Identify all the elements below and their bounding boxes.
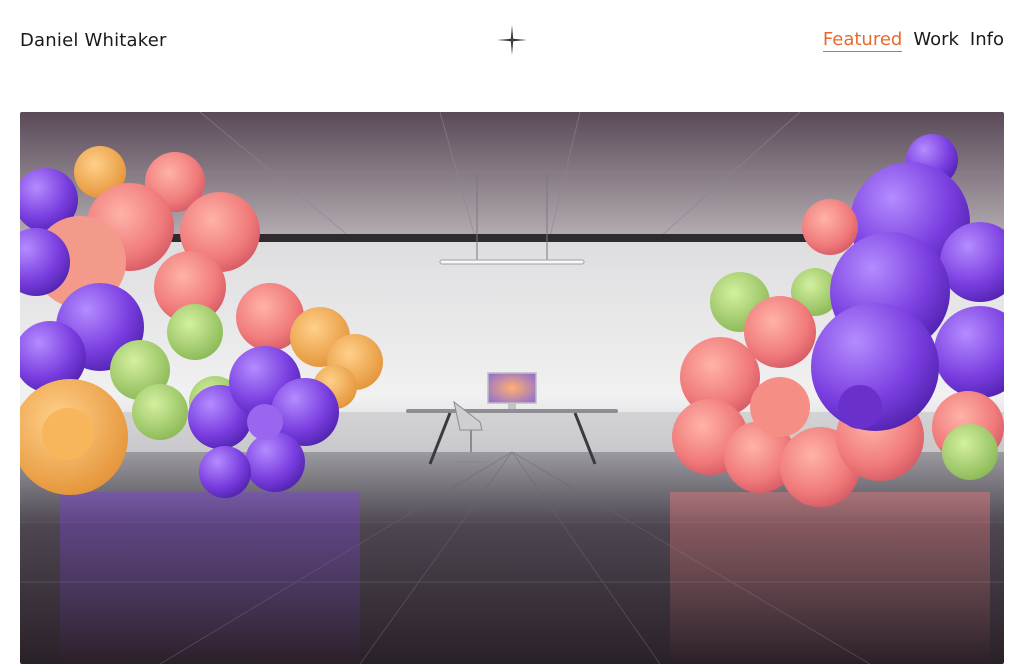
nav-work-link[interactable]: Work [913, 29, 959, 52]
nav-info-link[interactable]: Info [970, 29, 1004, 52]
four-point-star-icon[interactable] [497, 25, 527, 55]
hero-image[interactable] [20, 112, 1004, 664]
brand-name-link[interactable]: Daniel Whitaker [20, 30, 167, 51]
nav-featured-link[interactable]: Featured [822, 29, 903, 52]
main-nav: Featured Work Info [822, 29, 1004, 52]
hero-illustration [20, 112, 1004, 664]
site-header: Daniel Whitaker Featured Work Info [20, 22, 1004, 58]
